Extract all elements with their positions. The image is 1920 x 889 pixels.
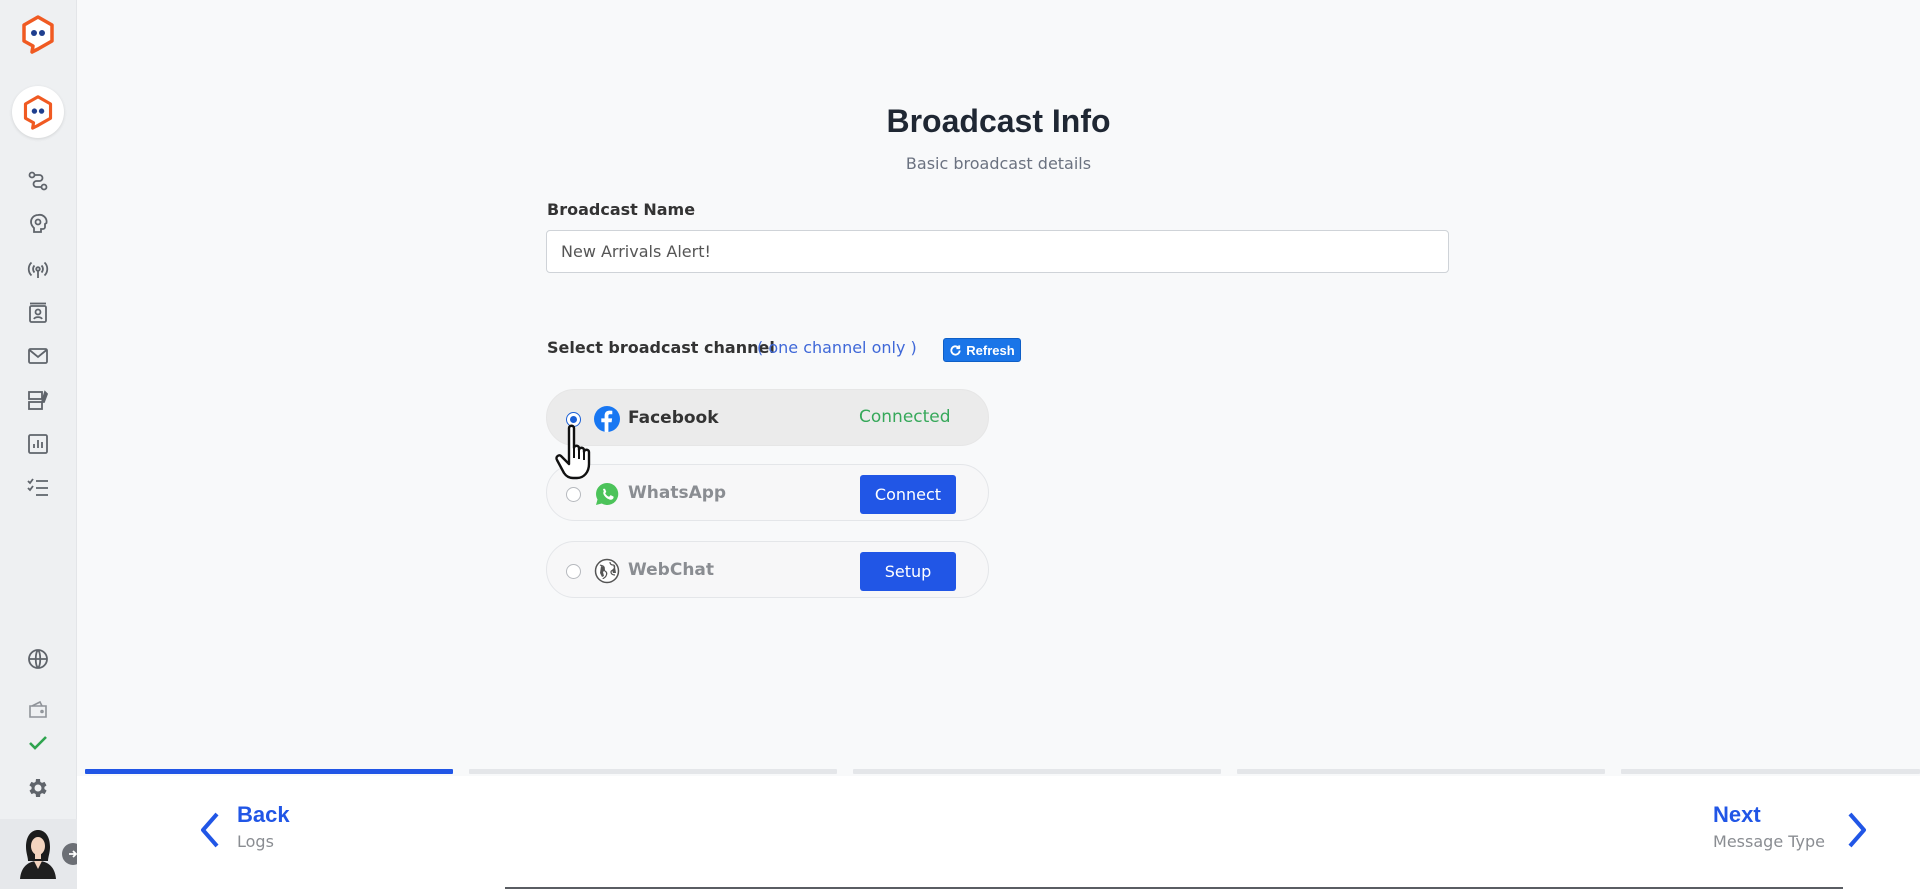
globe-icon[interactable]	[25, 646, 51, 672]
footer-nav: Back Logs Next Message Type	[77, 776, 1920, 889]
refresh-label: Refresh	[966, 342, 1015, 358]
whatsapp-icon	[594, 481, 620, 507]
templates-icon[interactable]	[25, 387, 51, 413]
bot-icon[interactable]	[25, 211, 51, 237]
contacts-icon[interactable]	[25, 300, 51, 326]
progress-step-3	[853, 769, 1221, 774]
brand-logo-icon[interactable]	[19, 14, 57, 54]
whatsapp-connect-button[interactable]: Connect	[860, 475, 956, 514]
page-title: Broadcast Info	[886, 103, 1111, 139]
wallet-icon[interactable]	[25, 696, 51, 722]
chevron-left-icon	[201, 812, 219, 848]
webchat-setup-button[interactable]: Setup	[860, 552, 956, 591]
broadcast-name-label: Broadcast Name	[547, 200, 696, 219]
channel-select-label: Select broadcast channel	[547, 338, 775, 357]
page-subtitle: Basic broadcast details	[905, 154, 1092, 173]
facebook-icon	[594, 406, 620, 432]
webchat-radio[interactable]	[566, 564, 581, 579]
avatar[interactable]	[16, 825, 60, 879]
tasks-icon[interactable]	[25, 474, 51, 500]
progress-step-4	[1237, 769, 1605, 774]
flow-icon[interactable]	[25, 168, 51, 194]
back-button[interactable]: Back Logs	[197, 802, 290, 862]
back-subtitle: Logs	[237, 832, 274, 851]
gear-icon[interactable]	[25, 775, 51, 801]
user-profile[interactable]	[0, 819, 84, 889]
broadcast-icon[interactable]	[25, 256, 51, 282]
channel-hint: ( one channel only )	[757, 338, 917, 357]
sidebar	[0, 0, 84, 889]
globe-icon	[594, 558, 620, 584]
next-button[interactable]: Next Message Type	[1713, 802, 1870, 862]
step-progress-bar	[85, 769, 1920, 775]
whatsapp-label: WhatsApp	[628, 483, 727, 503]
facebook-radio[interactable]	[566, 412, 581, 427]
progress-step-1	[85, 769, 453, 774]
next-subtitle: Message Type	[1713, 832, 1825, 851]
facebook-status: Connected	[859, 407, 951, 427]
refresh-icon	[950, 344, 961, 356]
check-icon[interactable]	[25, 730, 51, 756]
facebook-label: Facebook	[628, 408, 719, 428]
back-title: Back	[237, 802, 290, 827]
workspace-logo-icon	[23, 95, 53, 130]
broadcast-name-input[interactable]	[546, 230, 1449, 273]
progress-step-5	[1621, 769, 1920, 774]
progress-step-2	[469, 769, 837, 774]
next-title: Next	[1713, 802, 1761, 827]
main-content: Broadcast Info Basic broadcast details B…	[77, 0, 1920, 889]
mail-icon[interactable]	[25, 343, 51, 369]
webchat-label: WebChat	[628, 560, 715, 580]
analytics-icon[interactable]	[25, 431, 51, 457]
channel-option-facebook[interactable]: Facebook Connected	[546, 389, 989, 446]
refresh-button[interactable]: Refresh	[943, 338, 1021, 362]
chevron-right-icon	[1848, 812, 1866, 848]
channel-option-webchat[interactable]: WebChat Setup	[546, 541, 989, 598]
channel-option-whatsapp[interactable]: WhatsApp Connect	[546, 464, 989, 521]
workspace-avatar[interactable]	[12, 86, 64, 138]
whatsapp-radio[interactable]	[566, 487, 581, 502]
